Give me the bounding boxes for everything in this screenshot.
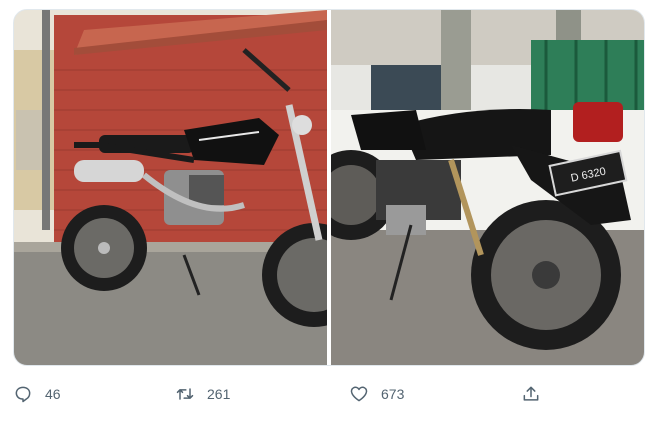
like-button[interactable]: 673 — [349, 376, 404, 412]
motorcycle-rear-image: D 6320 — [331, 10, 644, 365]
reply-button[interactable]: 46 — [13, 376, 61, 412]
share-button[interactable] — [521, 376, 541, 412]
reply-icon — [15, 386, 31, 403]
tweet-action-bar: 46 261 673 — [0, 376, 656, 412]
like-icon — [350, 386, 368, 402]
retweet-icon — [176, 388, 194, 400]
like-count: 673 — [381, 386, 405, 402]
motorcycle-side-image — [14, 10, 327, 365]
tweet-media-grid: D 6320 — [13, 9, 645, 366]
retweet-count: 261 — [207, 386, 231, 402]
reply-count: 46 — [45, 386, 61, 402]
retweet-button[interactable]: 261 — [175, 376, 230, 412]
share-icon — [523, 386, 539, 401]
media-photo-left[interactable] — [14, 10, 327, 365]
media-photo-right[interactable]: D 6320 — [331, 10, 644, 365]
